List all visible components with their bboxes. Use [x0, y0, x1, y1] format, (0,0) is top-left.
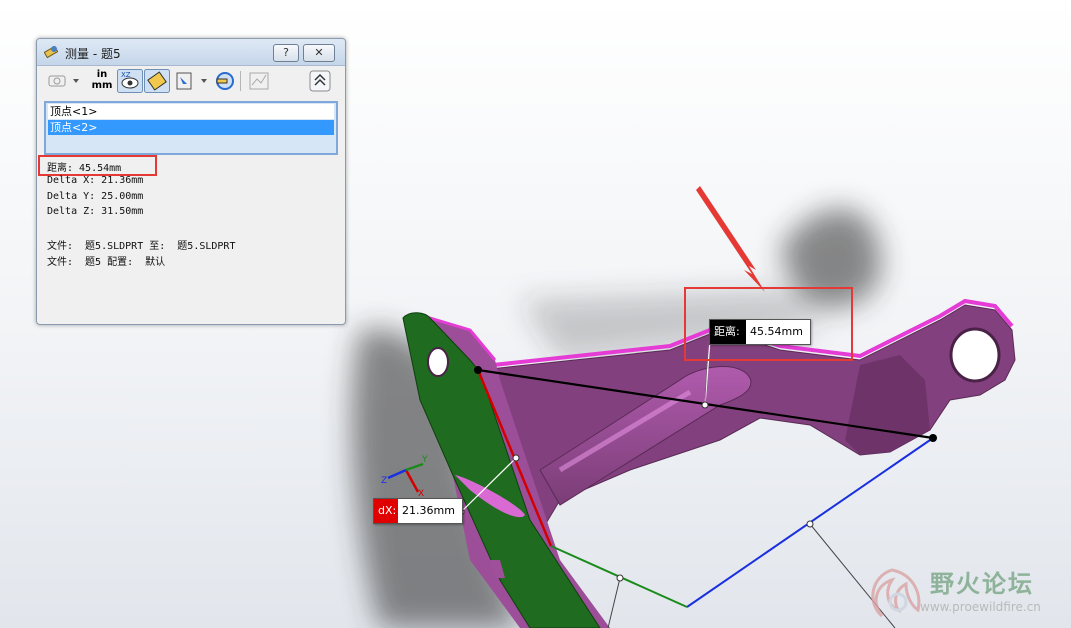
lug-hole	[949, 327, 1001, 383]
measure-dialog[interactable]: 测量 - 题5 ? ✕ in mm XZ 顶点<1> 顶点<2> 距离: 45.…	[36, 38, 346, 325]
plate-hole	[427, 347, 449, 377]
history-icon[interactable]	[247, 69, 271, 93]
watermark: 野火论坛 www.proewildfire.cn	[862, 560, 1067, 624]
units-top-label: in	[96, 69, 108, 80]
close-button[interactable]: ✕	[303, 44, 335, 62]
dx-callout[interactable]: dX: 21.36mm	[373, 498, 463, 524]
coordinate-triad: X Y Z	[381, 455, 428, 497]
dy-midpoint	[616, 574, 624, 582]
selection-item-vertex-1[interactable]: 顶点<1>	[48, 104, 334, 119]
coordinate-system-icon[interactable]	[213, 69, 237, 93]
point-to-point-icon[interactable]	[144, 69, 170, 93]
svg-text:XZ: XZ	[121, 71, 131, 79]
units-bottom-label: mm	[91, 80, 113, 91]
triad-x-label: X	[418, 489, 424, 497]
triad-y-axis	[405, 462, 424, 472]
result-delta-z: Delta Z: 31.50mm	[47, 206, 144, 217]
triad-y-label: Y	[421, 455, 428, 465]
dz-midpoint	[806, 520, 814, 528]
distance-callout-tag: 距离:	[710, 320, 746, 344]
collapse-icon[interactable]	[309, 69, 331, 93]
units-precision-icon[interactable]: in mm	[90, 69, 114, 93]
vertex-1-marker	[474, 366, 482, 374]
result-distance: 距离: 45.54mm	[47, 163, 122, 174]
distance-midpoint	[701, 401, 709, 409]
projection-icon[interactable]	[173, 69, 211, 93]
measure-tool-icon	[44, 45, 58, 59]
dialog-titlebar[interactable]: 测量 - 题5 ? ✕	[37, 39, 345, 66]
selection-list[interactable]: 顶点<1> 顶点<2>	[44, 101, 338, 155]
help-button[interactable]: ?	[273, 44, 299, 62]
dx-callout-value: 21.36mm	[402, 504, 455, 517]
toolbar-separator	[240, 71, 241, 91]
result-file-line-2: 文件: 题5 配置: 默认	[47, 257, 166, 268]
triad-z-axis	[387, 468, 407, 480]
watermark-logo	[871, 568, 921, 618]
selection-item-vertex-2[interactable]: 顶点<2>	[48, 120, 334, 135]
triad-x-axis	[404, 469, 420, 493]
result-file-line-1: 文件: 题5.SLDPRT 至: 题5.SLDPRT	[47, 241, 236, 252]
result-delta-y: Delta Y: 25.00mm	[47, 191, 144, 202]
distance-callout[interactable]: 距离: 45.54mm	[709, 319, 811, 345]
dx-callout-tag: dX:	[374, 499, 398, 523]
dialog-toolbar: in mm XZ	[37, 66, 345, 96]
show-xyz-icon[interactable]: XZ	[117, 69, 143, 93]
distance-callout-value: 45.54mm	[750, 325, 803, 338]
watermark-name: 野火论坛	[930, 570, 1034, 598]
arc-circle-options-icon[interactable]	[45, 69, 83, 93]
dx-midpoint	[512, 454, 520, 462]
result-delta-x: Delta X: 21.36mm	[47, 175, 144, 186]
vertex-2-marker	[929, 434, 937, 442]
watermark-url: www.proewildfire.cn	[920, 600, 1041, 614]
triad-z-label: Z	[381, 476, 387, 486]
dialog-title: 测量 - 题5	[65, 47, 121, 61]
